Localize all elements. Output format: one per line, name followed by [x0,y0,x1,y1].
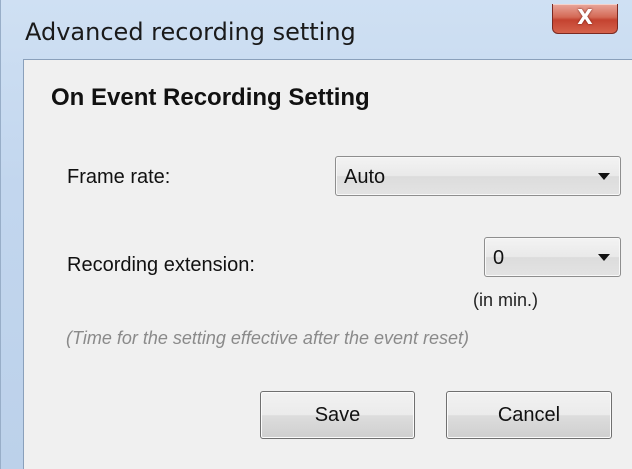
recording-extension-label: Recording extension: [67,254,255,276]
window-title: Advanced recording setting [25,18,356,46]
recording-extension-value: 0 [493,247,505,269]
close-icon: X [577,5,593,29]
recording-extension-note: (Time for the setting effective after th… [66,328,470,348]
chevron-down-icon [598,254,610,261]
frame-rate-label: Frame rate: [67,166,171,188]
frame-rate-value: Auto [344,166,386,188]
dialog-body: On Event Recording Setting Frame rate: A… [23,59,632,469]
close-button[interactable]: X [552,4,618,34]
save-button[interactable]: Save [260,391,415,439]
dialog-window: Advanced recording setting X On Event Re… [0,0,632,469]
frame-rate-dropdown[interactable]: Auto [335,156,621,196]
chevron-down-icon [598,173,610,180]
cancel-button[interactable]: Cancel [446,391,612,439]
section-heading: On Event Recording Setting [51,84,370,111]
recording-extension-dropdown[interactable]: 0 [484,237,621,277]
unit-label: (in min.) [473,290,539,310]
